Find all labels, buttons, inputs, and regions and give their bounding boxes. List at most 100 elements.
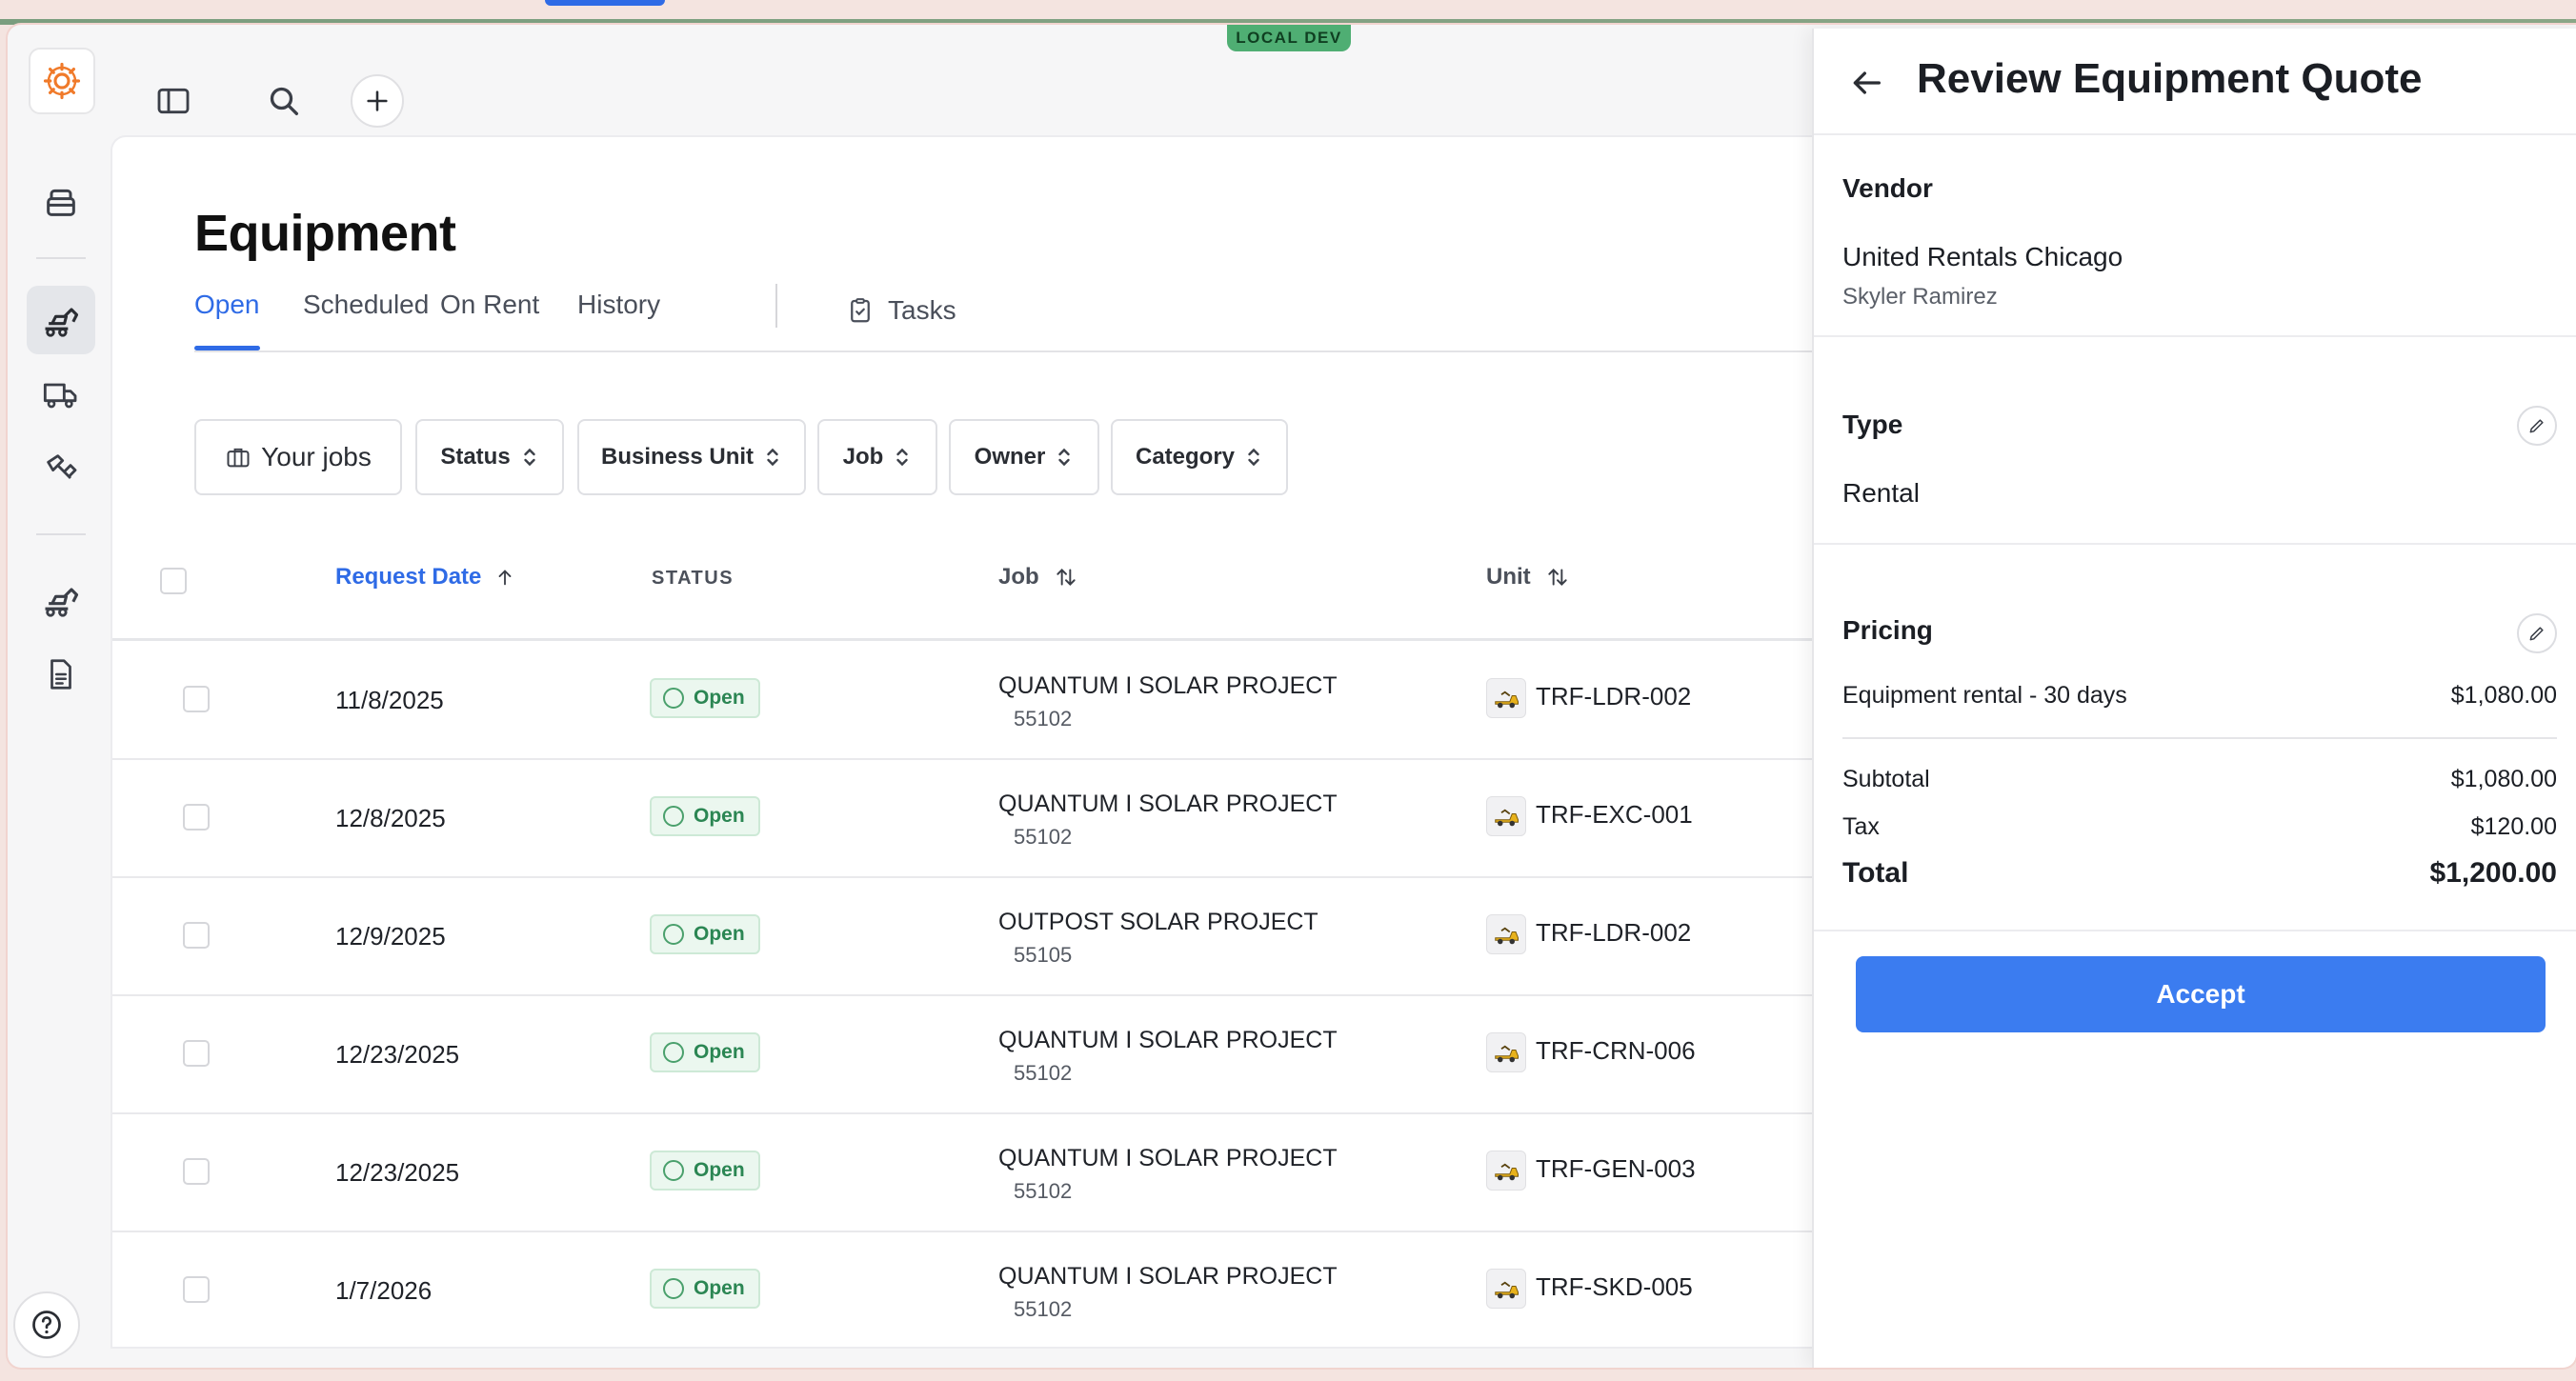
job-header-label: Job bbox=[998, 564, 1039, 590]
accept-button[interactable]: Accept bbox=[1856, 956, 2546, 1032]
search-button[interactable] bbox=[257, 74, 311, 128]
app-logo[interactable] bbox=[29, 48, 95, 114]
edit-pricing-button[interactable] bbox=[2517, 613, 2557, 653]
tab-underline bbox=[194, 350, 1863, 352]
edit-type-button[interactable] bbox=[2517, 406, 2557, 446]
row-checkbox[interactable] bbox=[183, 686, 210, 712]
help-button[interactable] bbox=[13, 1291, 80, 1358]
rail-divider bbox=[36, 533, 86, 535]
unit-thumbnail bbox=[1486, 1151, 1526, 1191]
job-name[interactable]: QUANTUM I SOLAR PROJECT bbox=[998, 1145, 1338, 1172]
job-name[interactable]: QUANTUM I SOLAR PROJECT bbox=[998, 1027, 1338, 1054]
unit-header-label: Unit bbox=[1486, 564, 1531, 590]
table-row[interactable]: 12/23/2025 Open QUANTUM I SOLAR PROJECT … bbox=[112, 1114, 1863, 1232]
job-name[interactable]: OUTPOST SOLAR PROJECT bbox=[998, 909, 1318, 936]
loader-machine-icon bbox=[1495, 690, 1519, 709]
table-row[interactable]: 12/23/2025 Open QUANTUM I SOLAR PROJECT … bbox=[112, 996, 1863, 1114]
tab-history[interactable]: History bbox=[577, 276, 660, 350]
job-filter-label: Job bbox=[842, 444, 884, 470]
table-header: Request Date STATUS Job Unit bbox=[112, 549, 1863, 615]
job-name[interactable]: QUANTUM I SOLAR PROJECT bbox=[998, 791, 1338, 818]
status-circle-icon bbox=[663, 688, 684, 709]
job-number: 55102 bbox=[1014, 1297, 1073, 1321]
row-checkbox[interactable] bbox=[183, 804, 210, 831]
pricing-label: Pricing bbox=[1842, 615, 1933, 645]
unit-id[interactable]: TRF-LDR-002 bbox=[1536, 918, 1691, 948]
box-stack-icon bbox=[47, 189, 75, 216]
sidebar-item-documents[interactable] bbox=[27, 640, 95, 709]
status-badge: Open bbox=[650, 914, 760, 954]
sidebar-panel-icon bbox=[157, 88, 190, 114]
sidebar-item-equipment[interactable] bbox=[27, 286, 95, 354]
top-notch bbox=[545, 0, 665, 6]
status-filter[interactable]: Status bbox=[415, 419, 564, 495]
unit-id[interactable]: TRF-SKD-005 bbox=[1536, 1272, 1693, 1302]
unit-id[interactable]: TRF-LDR-002 bbox=[1536, 682, 1691, 711]
sidebar-item-inventory[interactable] bbox=[27, 168, 95, 236]
create-new-button[interactable] bbox=[351, 74, 404, 128]
job-number: 55102 bbox=[1014, 1061, 1073, 1085]
unit-id[interactable]: TRF-GEN-003 bbox=[1536, 1154, 1696, 1184]
status-badge: Open bbox=[650, 1269, 760, 1309]
excavator-icon bbox=[45, 588, 79, 617]
search-icon bbox=[270, 87, 298, 116]
row-checkbox[interactable] bbox=[183, 1276, 210, 1303]
table-row[interactable]: 11/8/2025 Open QUANTUM I SOLAR PROJECT 5… bbox=[112, 642, 1863, 760]
row-checkbox[interactable] bbox=[183, 1158, 210, 1185]
tax-row: Tax $120.00 bbox=[1842, 813, 2557, 841]
page-title: Equipment bbox=[194, 205, 456, 262]
table-row[interactable]: 12/9/2025 Open OUTPOST SOLAR PROJECT 551… bbox=[112, 878, 1863, 996]
unit-id[interactable]: TRF-EXC-001 bbox=[1536, 800, 1693, 830]
column-header-request-date[interactable]: Request Date bbox=[335, 564, 515, 590]
status-circle-icon bbox=[663, 1278, 684, 1299]
panel-title: Review Equipment Quote bbox=[1917, 55, 2423, 102]
owner-filter[interactable]: Owner bbox=[949, 419, 1099, 495]
job-name[interactable]: QUANTUM I SOLAR PROJECT bbox=[998, 672, 1338, 700]
tab-open[interactable]: Open bbox=[194, 276, 260, 350]
status-label: Open bbox=[694, 923, 745, 945]
rail-divider bbox=[36, 257, 86, 259]
tab-tasks[interactable]: Tasks bbox=[846, 276, 956, 345]
tab-scheduled[interactable]: Scheduled bbox=[303, 276, 429, 350]
row-checkbox[interactable] bbox=[183, 1040, 210, 1067]
job-filter[interactable]: Job bbox=[817, 419, 937, 495]
sidebar-item-delivery[interactable] bbox=[27, 360, 95, 429]
job-number: 55102 bbox=[1014, 707, 1073, 731]
excavator-icon bbox=[45, 308, 79, 337]
unit-thumbnail bbox=[1486, 678, 1526, 718]
table-header-divider bbox=[112, 638, 1863, 641]
tab-bar: Open Scheduled On Rent History Tasks bbox=[194, 276, 1863, 350]
clipboard-check-icon bbox=[851, 298, 870, 323]
unit-thumbnail bbox=[1486, 1269, 1526, 1309]
category-filter[interactable]: Category bbox=[1111, 419, 1288, 495]
request-date-cell: 12/9/2025 bbox=[335, 922, 446, 951]
request-date-cell: 1/7/2026 bbox=[335, 1276, 433, 1305]
job-number: 55102 bbox=[1014, 1179, 1073, 1203]
row-checkbox[interactable] bbox=[183, 922, 210, 949]
unit-id[interactable]: TRF-CRN-006 bbox=[1536, 1036, 1696, 1066]
column-header-job[interactable]: Job bbox=[998, 564, 1079, 590]
request-date-cell: 12/23/2025 bbox=[335, 1040, 460, 1069]
vendor-section: Vendor United Rentals Chicago Skyler Ram… bbox=[1814, 135, 2576, 337]
loader-machine-icon bbox=[1495, 1045, 1519, 1063]
tab-on-rent[interactable]: On Rent bbox=[440, 276, 539, 350]
sidebar-item-fleet[interactable] bbox=[27, 566, 95, 634]
line-item-label: Equipment rental - 30 days bbox=[1842, 682, 2127, 709]
environment-badge: LOCAL DEV bbox=[1227, 25, 1351, 51]
status-circle-icon bbox=[663, 924, 684, 945]
business-unit-filter[interactable]: Business Unit bbox=[577, 419, 806, 495]
question-circle-icon bbox=[32, 1311, 61, 1339]
table-row[interactable]: 1/7/2026 Open QUANTUM I SOLAR PROJECT 55… bbox=[112, 1232, 1863, 1347]
job-number: 55102 bbox=[1014, 825, 1073, 849]
tax-label: Tax bbox=[1842, 813, 1880, 840]
equipment-page: Equipment Open Scheduled On Rent History… bbox=[111, 135, 1863, 1349]
sidebar-toggle-button[interactable] bbox=[147, 74, 200, 128]
job-name[interactable]: QUANTUM I SOLAR PROJECT bbox=[998, 1263, 1338, 1291]
column-header-unit[interactable]: Unit bbox=[1486, 564, 1571, 590]
sidebar-item-tools[interactable] bbox=[27, 434, 95, 503]
table-row[interactable]: 12/8/2025 Open QUANTUM I SOLAR PROJECT 5… bbox=[112, 760, 1863, 878]
your-jobs-filter[interactable]: Your jobs bbox=[194, 419, 402, 495]
select-all-checkbox[interactable] bbox=[160, 568, 187, 594]
back-button[interactable] bbox=[1842, 59, 1890, 107]
gear-logo-icon bbox=[43, 62, 81, 100]
